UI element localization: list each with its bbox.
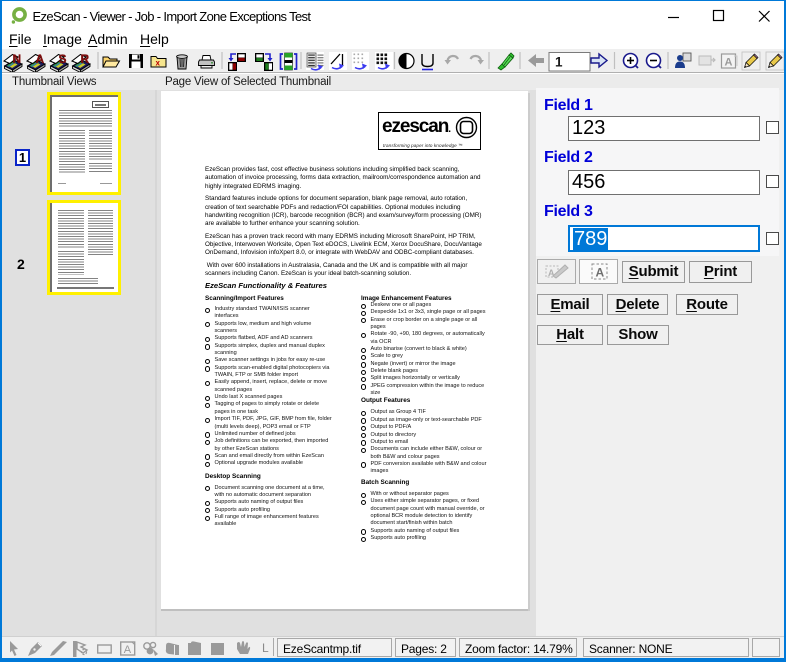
svg-text:N: N xyxy=(13,52,22,66)
svg-text:R: R xyxy=(81,52,90,66)
svg-text:x: x xyxy=(156,59,161,68)
svg-text:A: A xyxy=(36,52,45,66)
svg-text:A: A xyxy=(124,644,132,656)
svg-text:1: 1 xyxy=(555,55,563,70)
svg-text:S: S xyxy=(59,52,67,66)
svg-text:A: A xyxy=(725,57,733,69)
svg-text:A: A xyxy=(595,266,604,280)
